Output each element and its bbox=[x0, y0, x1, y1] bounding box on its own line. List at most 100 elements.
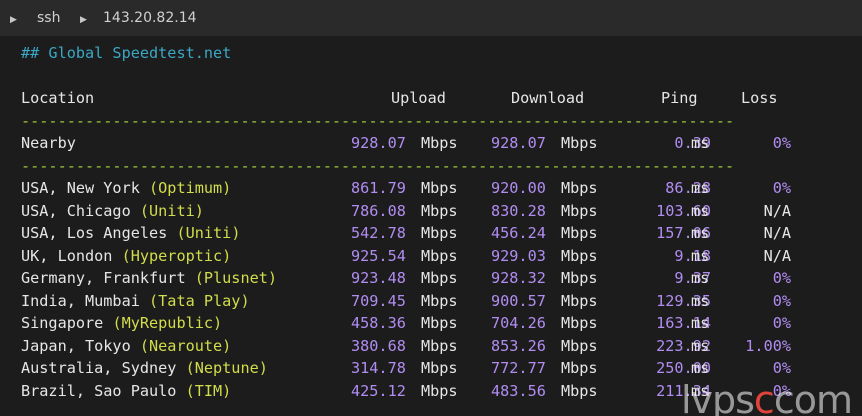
unit-mbps: Mbps bbox=[561, 134, 598, 152]
row-location: Japan, Tokyo (Nearoute) bbox=[21, 336, 232, 355]
unit-ms: ms bbox=[691, 179, 710, 197]
row-location: USA, Chicago (Uniti) bbox=[21, 201, 204, 220]
row-loss: 0% bbox=[772, 359, 791, 377]
unit-mbps: Mbps bbox=[561, 359, 598, 377]
unit-ms: ms bbox=[691, 381, 710, 400]
row-download: 920.00 bbox=[491, 179, 546, 197]
nearby-loss: 0% bbox=[772, 134, 791, 152]
unit-mbps: Mbps bbox=[561, 269, 598, 287]
row-isp: (Optimum) bbox=[149, 179, 232, 197]
unit-mbps: Mbps bbox=[561, 381, 598, 400]
unit-ms: ms bbox=[691, 269, 710, 287]
tab-ssh[interactable]: ssh bbox=[37, 10, 60, 26]
row-location: USA, Los Angeles (Uniti) bbox=[21, 224, 241, 242]
terminal-tab-bar: ▶ ssh ▶ 143.20.82.14 bbox=[0, 0, 862, 36]
unit-ms: ms bbox=[691, 134, 710, 152]
table-row: Australia, Sydney (Neptune) 314.78 Mbps 772… bbox=[21, 357, 841, 379]
row-loss: N/A bbox=[763, 224, 791, 242]
terminal-output[interactable]: ## Global Speedtest.net Location Upload … bbox=[0, 36, 862, 416]
unit-mbps: Mbps bbox=[421, 381, 458, 400]
row-isp: (Hyperoptic) bbox=[121, 246, 232, 265]
section-title: ## Global Speedtest.net bbox=[21, 44, 232, 62]
column-ping: Ping bbox=[661, 89, 698, 107]
row-location: Germany, Frankfurt (Plusnet) bbox=[21, 269, 278, 287]
row-download: 928.32 bbox=[491, 269, 546, 287]
column-download: Download bbox=[511, 89, 585, 107]
chevron-right-icon: ▶ bbox=[10, 15, 17, 25]
unit-ms: ms bbox=[691, 224, 710, 242]
host-address[interactable]: 143.20.82.14 bbox=[103, 10, 197, 26]
chevron-right-icon: ▶ bbox=[80, 15, 87, 25]
nearby-upload: 928.07 bbox=[351, 134, 406, 152]
row-isp: (MyRepublic) bbox=[112, 314, 223, 332]
unit-ms: ms bbox=[691, 359, 710, 377]
nearby-row: Nearby 928.07 Mbps 928.07 Mbps 0.39 ms 0… bbox=[21, 132, 841, 154]
row-upload: 314.78 bbox=[351, 359, 406, 377]
row-location: Singapore (MyRepublic) bbox=[21, 314, 223, 332]
row-upload: 786.08 bbox=[351, 201, 406, 220]
table-row: Japan, Tokyo (Nearoute) 380.68 Mbps 853.26 M… bbox=[21, 335, 841, 357]
unit-mbps: Mbps bbox=[561, 336, 598, 355]
row-location: UK, London (Hyperoptic) bbox=[21, 246, 232, 265]
row-loss: 0% bbox=[772, 314, 791, 332]
row-isp: (TIM) bbox=[185, 381, 232, 400]
separator-top: ----------------------------------------… bbox=[21, 112, 735, 130]
row-isp: (Uniti) bbox=[139, 201, 204, 220]
unit-mbps: Mbps bbox=[421, 179, 458, 197]
row-upload: 923.48 bbox=[351, 269, 406, 287]
row-isp: (Nearoute) bbox=[139, 336, 232, 355]
row-location: India, Mumbai (Tata Play) bbox=[21, 291, 250, 310]
column-loss: Loss bbox=[741, 89, 778, 107]
unit-ms: ms bbox=[691, 336, 710, 355]
table-row: UK, London (Hyperoptic) 925.54 Mbps 929.03 M… bbox=[21, 245, 841, 267]
row-isp: (Plusnet) bbox=[194, 269, 278, 287]
row-download: 929.03 bbox=[491, 246, 546, 265]
row-loss: 0% bbox=[772, 179, 791, 197]
unit-mbps: Mbps bbox=[421, 246, 458, 265]
row-download: 830.28 bbox=[491, 201, 546, 220]
row-loss: 0% bbox=[772, 291, 791, 310]
unit-mbps: Mbps bbox=[561, 201, 598, 220]
row-loss: N/A bbox=[763, 246, 791, 265]
unit-mbps: Mbps bbox=[421, 269, 458, 287]
table-row: India, Mumbai (Tata Play) 709.45 Mbps 900.5… bbox=[21, 290, 841, 312]
row-loss: N/A bbox=[763, 201, 791, 220]
unit-ms: ms bbox=[691, 291, 710, 310]
unit-mbps: Mbps bbox=[421, 359, 458, 377]
row-loss: 1.00% bbox=[745, 336, 791, 355]
row-upload: 542.78 bbox=[351, 224, 406, 242]
unit-mbps: Mbps bbox=[421, 224, 458, 242]
row-loss: 0% bbox=[772, 381, 791, 400]
unit-mbps: Mbps bbox=[421, 291, 458, 310]
row-location: Australia, Sydney (Neptune) bbox=[21, 359, 268, 377]
unit-mbps: Mbps bbox=[421, 336, 458, 355]
row-download: 456.24 bbox=[491, 224, 546, 242]
unit-ms: ms bbox=[691, 246, 710, 265]
row-upload: 380.68 bbox=[351, 336, 406, 355]
row-upload: 861.79 bbox=[351, 179, 406, 197]
row-download: 772.77 bbox=[491, 359, 546, 377]
table-row: USA, New York (Optimum) 861.79 Mbps 920.00 M… bbox=[21, 177, 841, 199]
row-upload: 458.36 bbox=[351, 314, 406, 332]
unit-ms: ms bbox=[691, 201, 710, 220]
row-upload: 709.45 bbox=[351, 291, 406, 310]
row-isp: (Neptune) bbox=[185, 359, 268, 377]
unit-mbps: Mbps bbox=[561, 224, 598, 242]
row-download: 900.57 bbox=[491, 291, 546, 310]
unit-mbps: Mbps bbox=[561, 179, 598, 197]
row-download: 704.26 bbox=[491, 314, 546, 332]
column-location: Location bbox=[21, 89, 95, 107]
row-download: 853.26 bbox=[491, 336, 546, 355]
column-upload: Upload bbox=[391, 89, 446, 107]
table-row: USA, Chicago (Uniti) 786.08 Mbps 830.28 Mbps… bbox=[21, 200, 841, 222]
table-row: Brazil, Sao Paulo (TIM) 425.12 Mbps 483.56 M… bbox=[21, 380, 841, 402]
table-row: Germany, Frankfurt (Plusnet) 923.48 Mbps 92… bbox=[21, 267, 841, 289]
unit-mbps: Mbps bbox=[561, 246, 598, 265]
table-row: USA, Los Angeles (Uniti) 542.78 Mbps 456.24… bbox=[21, 222, 841, 244]
row-loss: 0% bbox=[772, 269, 791, 287]
row-upload: 925.54 bbox=[351, 246, 406, 265]
nearby-location: Nearby bbox=[21, 134, 76, 152]
row-location: Brazil, Sao Paulo (TIM) bbox=[21, 381, 232, 400]
row-download: 483.56 bbox=[491, 381, 546, 400]
nearby-download: 928.07 bbox=[491, 134, 546, 152]
